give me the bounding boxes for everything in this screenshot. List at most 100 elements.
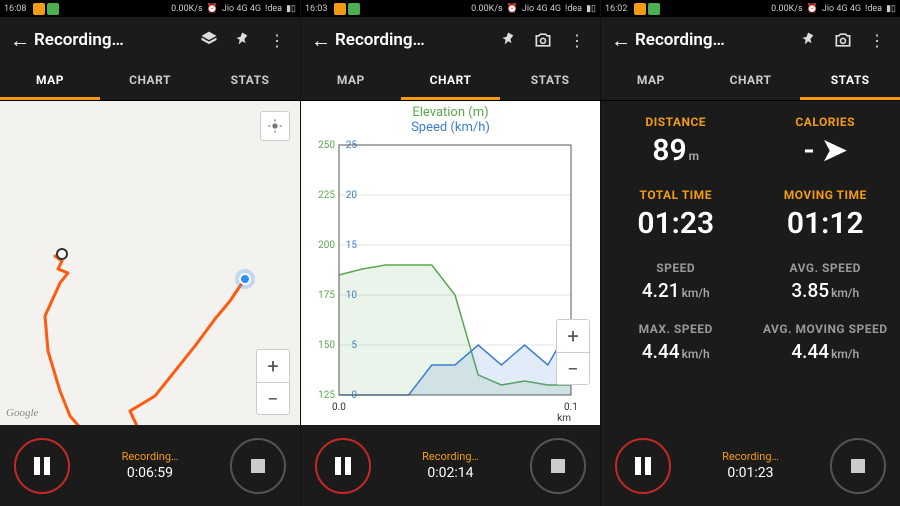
camera-button[interactable] <box>826 23 860 57</box>
overflow-menu-button[interactable]: ⋮ <box>560 23 594 57</box>
record-status: Recording… 0:06:59 <box>122 450 179 481</box>
svg-text:15: 15 <box>346 240 358 251</box>
overflow-menu-button[interactable]: ⋮ <box>260 23 294 57</box>
tab-map[interactable]: MAP <box>601 63 701 100</box>
tab-stats[interactable]: STATS <box>200 63 300 100</box>
svg-text:200: 200 <box>318 240 335 251</box>
stat-avg-moving-speed: AVG. MOVING SPEED 4.44km/h <box>751 314 900 375</box>
tab-bar: MAP CHART STATS <box>301 63 600 101</box>
stat-distance: DISTANCE 89m <box>601 107 751 180</box>
tab-stats[interactable]: STATS <box>500 63 600 100</box>
legend-elevation: Elevation (m) <box>301 105 600 120</box>
status-time: 16:02 <box>605 4 627 14</box>
status-net: 0.00K/s <box>771 4 803 14</box>
record-elapsed: 0:02:14 <box>422 465 479 481</box>
app-bar: ← Recording… ⋮ <box>601 17 900 63</box>
app-title: Recording… <box>34 30 192 50</box>
map-content[interactable]: + − Google <box>0 101 300 425</box>
chart-canvas[interactable]: Elevation (m) Speed (km/h) 125 150 175 200 2… <box>301 101 600 425</box>
tab-chart[interactable]: CHART <box>100 63 200 100</box>
record-elapsed: 0:06:59 <box>122 465 179 481</box>
map-layers-button[interactable] <box>192 23 226 57</box>
zoom-out-button[interactable]: − <box>557 352 589 384</box>
pane-chart: 16:03 0.00K/s⏰Jio 4G 4G!dea▮▯ ← Recordin… <box>300 0 600 506</box>
stop-button[interactable] <box>230 438 286 494</box>
svg-text:175: 175 <box>318 290 335 301</box>
location-arrow-icon: ➤ <box>822 133 847 168</box>
overflow-menu-button[interactable]: ⋮ <box>860 23 894 57</box>
stat-total-time: TOTAL TIME 01:23 <box>601 180 751 253</box>
tab-chart[interactable]: CHART <box>701 63 801 100</box>
gps-track <box>45 256 245 425</box>
svg-text:125: 125 <box>318 390 335 401</box>
status-bar: 16:03 0.00K/s⏰Jio 4G 4G!dea▮▯ <box>301 0 600 17</box>
status-badge-icon <box>47 3 59 15</box>
camera-button[interactable] <box>526 23 560 57</box>
app-bar: ← Recording… ⋮ <box>301 17 600 63</box>
record-elapsed: 0:01:23 <box>722 465 779 481</box>
tab-chart[interactable]: CHART <box>401 63 501 100</box>
stat-avg-speed: AVG. SPEED 3.85km/h <box>751 253 900 314</box>
chart-content: Elevation (m) Speed (km/h) 125 150 175 200 2… <box>301 101 600 425</box>
record-label: Recording… <box>722 450 779 463</box>
pin-button[interactable] <box>792 23 826 57</box>
status-carrier: Jio 4G 4G <box>222 4 261 14</box>
stop-button[interactable] <box>830 438 886 494</box>
chart-legend: Elevation (m) Speed (km/h) <box>301 101 600 135</box>
tab-map[interactable]: MAP <box>301 63 401 100</box>
back-button[interactable]: ← <box>607 28 635 53</box>
svg-text:km: km <box>557 413 571 424</box>
pause-button[interactable] <box>14 438 70 494</box>
pause-button[interactable] <box>615 438 671 494</box>
pause-button[interactable] <box>315 438 371 494</box>
tab-bar: MAP CHART STATS <box>601 63 900 101</box>
zoom-in-button[interactable]: + <box>257 350 289 382</box>
record-status: Recording… 0:02:14 <box>422 450 479 481</box>
status-bar: 16:02 0.00K/s⏰Jio 4G 4G!dea▮▯ <box>601 0 900 17</box>
back-button[interactable]: ← <box>6 28 34 53</box>
record-label: Recording… <box>422 450 479 463</box>
status-net: 0.00K/s <box>471 4 503 14</box>
zoom-in-button[interactable]: + <box>557 320 589 352</box>
svg-text:225: 225 <box>318 190 335 201</box>
svg-text:0.1: 0.1 <box>564 402 578 413</box>
app-title: Recording… <box>635 30 792 50</box>
svg-text:250: 250 <box>318 140 335 151</box>
status-badge-icon <box>33 3 45 15</box>
stat-max-speed: MAX. SPEED 4.44km/h <box>601 314 751 375</box>
map-attribution: Google <box>6 407 38 419</box>
record-bar: Recording… 0:06:59 <box>0 425 300 506</box>
status-time: 16:08 <box>4 4 26 14</box>
legend-speed: Speed (km/h) <box>301 120 600 135</box>
track-start-marker <box>57 249 67 259</box>
svg-text:20: 20 <box>346 190 358 201</box>
stat-moving-time: MOVING TIME 01:12 <box>751 180 900 253</box>
pin-button[interactable] <box>492 23 526 57</box>
tab-stats[interactable]: STATS <box>800 63 900 100</box>
svg-text:150: 150 <box>318 340 335 351</box>
status-badge-icon <box>348 3 360 15</box>
record-bar: Recording… 0:02:14 <box>301 425 600 506</box>
status-carrier: !dea <box>265 4 282 14</box>
status-time: 16:03 <box>305 4 327 14</box>
status-badge-icon <box>334 3 346 15</box>
zoom-control: + − <box>556 319 590 385</box>
tab-bar: MAP CHART STATS <box>0 63 300 101</box>
status-bar: 16:08 0.00K/s⏰Jio 4G 4G!dea▮▯ <box>0 0 300 17</box>
back-button[interactable]: ← <box>307 28 335 53</box>
record-bar: Recording… 0:01:23 <box>601 425 900 506</box>
svg-text:0.0: 0.0 <box>332 402 346 413</box>
stop-button[interactable] <box>530 438 586 494</box>
zoom-out-button[interactable]: − <box>257 382 289 414</box>
map-canvas[interactable] <box>0 101 300 425</box>
app-title: Recording… <box>335 30 492 50</box>
record-label: Recording… <box>122 450 179 463</box>
stat-calories: CALORIES - ➤ <box>751 107 900 180</box>
status-net: 0.00K/s <box>171 4 203 14</box>
locate-me-button[interactable] <box>260 111 290 141</box>
status-badge-icon <box>634 3 646 15</box>
pin-button[interactable] <box>226 23 260 57</box>
stats-content: DISTANCE 89m CALORIES - ➤ TOTAL TIME 01:… <box>601 101 900 425</box>
tab-map[interactable]: MAP <box>0 63 100 100</box>
stat-speed: SPEED 4.21km/h <box>601 253 751 314</box>
